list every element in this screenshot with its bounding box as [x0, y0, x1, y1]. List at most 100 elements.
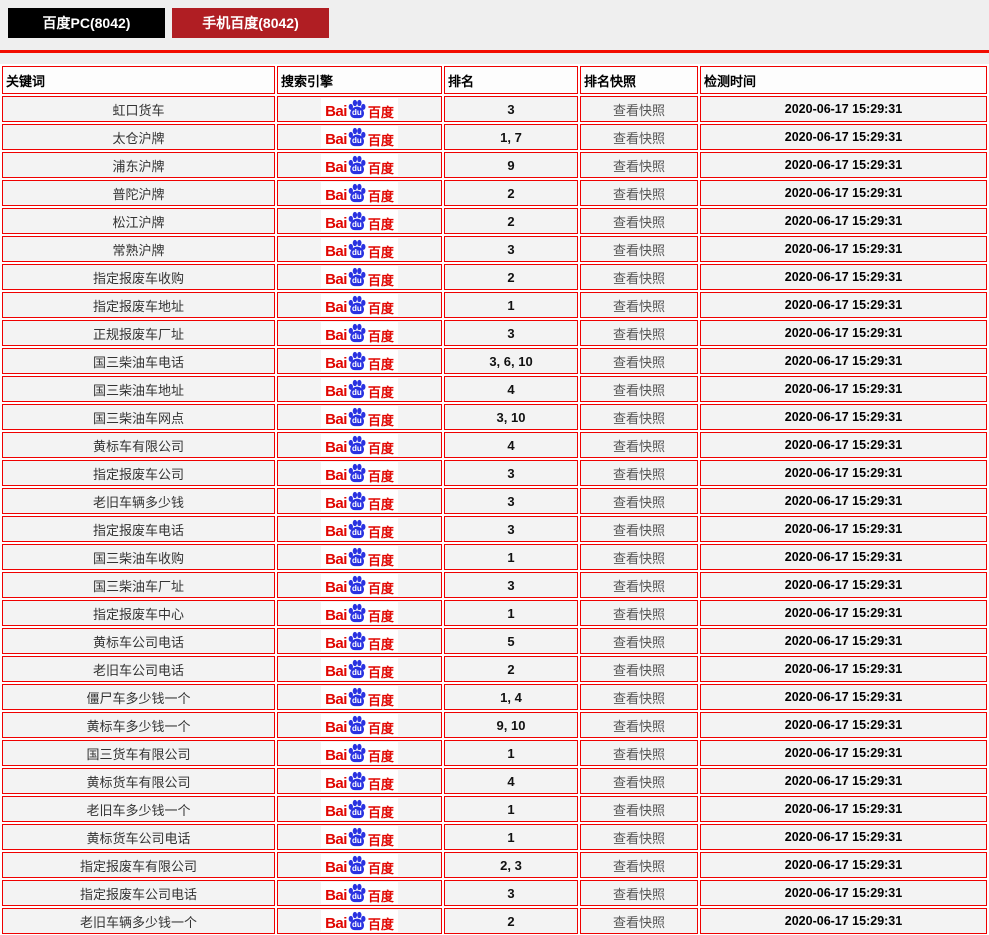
- baidu-logo-du-text: du: [352, 921, 362, 929]
- baidu-logo-du-text: du: [352, 305, 362, 313]
- baidu-paw-icon: du: [347, 463, 367, 483]
- view-snapshot-link[interactable]: 查看快照: [613, 691, 665, 706]
- rank-cell: 9, 10: [444, 712, 578, 738]
- baidu-logo-du-text: du: [352, 669, 362, 677]
- table-row: 老旧车辆多少钱一个 Baidu百度 2 查看快照 2020-06-17 15:2…: [2, 908, 987, 934]
- rank-cell: 2: [444, 264, 578, 290]
- view-snapshot-link[interactable]: 查看快照: [613, 859, 665, 874]
- baidu-logo-bai-text: Bai: [325, 496, 347, 511]
- baidu-logo-icon: Baidu百度: [321, 826, 398, 848]
- view-snapshot-link[interactable]: 查看快照: [613, 747, 665, 762]
- check-time-cell: 2020-06-17 15:29:31: [700, 544, 987, 570]
- baidu-logo-du-text: du: [352, 837, 362, 845]
- snapshot-cell: 查看快照: [580, 124, 698, 150]
- keyword-cell: 正规报废车厂址: [2, 320, 275, 346]
- baidu-logo-du-text: du: [352, 613, 362, 621]
- snapshot-cell: 查看快照: [580, 432, 698, 458]
- search-engine-cell: Baidu百度: [277, 824, 442, 850]
- baidu-logo-icon: Baidu百度: [321, 462, 398, 484]
- baidu-logo-cn-text: 百度: [368, 470, 394, 483]
- view-snapshot-link[interactable]: 查看快照: [613, 887, 665, 902]
- table-row: 黄标车多少钱一个 Baidu百度 9, 10 查看快照 2020-06-17 1…: [2, 712, 987, 738]
- baidu-paw-icon: du: [347, 771, 367, 791]
- keyword-cell: 指定报废车电话: [2, 516, 275, 542]
- view-snapshot-link[interactable]: 查看快照: [613, 411, 665, 426]
- view-snapshot-link[interactable]: 查看快照: [613, 327, 665, 342]
- view-snapshot-link[interactable]: 查看快照: [613, 159, 665, 174]
- snapshot-cell: 查看快照: [580, 544, 698, 570]
- baidu-logo-bai-text: Bai: [325, 776, 347, 791]
- baidu-paw-icon: du: [347, 687, 367, 707]
- view-snapshot-link[interactable]: 查看快照: [613, 579, 665, 594]
- view-snapshot-link[interactable]: 查看快照: [613, 103, 665, 118]
- baidu-logo-cn-text: 百度: [368, 694, 394, 707]
- view-snapshot-link[interactable]: 查看快照: [613, 355, 665, 370]
- view-snapshot-link[interactable]: 查看快照: [613, 607, 665, 622]
- baidu-logo-cn-text: 百度: [368, 134, 394, 147]
- check-time-cell: 2020-06-17 15:29:31: [700, 488, 987, 514]
- view-snapshot-link[interactable]: 查看快照: [613, 803, 665, 818]
- baidu-logo-du-text: du: [352, 249, 362, 257]
- view-snapshot-link[interactable]: 查看快照: [613, 131, 665, 146]
- view-snapshot-link[interactable]: 查看快照: [613, 271, 665, 286]
- baidu-logo-cn-text: 百度: [368, 806, 394, 819]
- view-snapshot-link[interactable]: 查看快照: [613, 215, 665, 230]
- baidu-logo-cn-text: 百度: [368, 722, 394, 735]
- baidu-logo-cn-text: 百度: [368, 750, 394, 763]
- snapshot-cell: 查看快照: [580, 684, 698, 710]
- baidu-logo-cn-text: 百度: [368, 442, 394, 455]
- view-snapshot-link[interactable]: 查看快照: [613, 831, 665, 846]
- view-snapshot-link[interactable]: 查看快照: [613, 383, 665, 398]
- snapshot-cell: 查看快照: [580, 180, 698, 206]
- baidu-logo-icon: Baidu百度: [321, 854, 398, 876]
- baidu-logo-icon: Baidu百度: [321, 630, 398, 652]
- view-snapshot-link[interactable]: 查看快照: [613, 299, 665, 314]
- baidu-paw-icon: du: [347, 267, 367, 287]
- view-snapshot-link[interactable]: 查看快照: [613, 467, 665, 482]
- baidu-logo-bai-text: Bai: [325, 832, 347, 847]
- header-keyword: 关键词: [2, 66, 275, 94]
- view-snapshot-link[interactable]: 查看快照: [613, 243, 665, 258]
- tab-baidu-pc[interactable]: 百度PC(8042): [8, 8, 165, 38]
- baidu-logo-icon: Baidu百度: [321, 910, 398, 932]
- view-snapshot-link[interactable]: 查看快照: [613, 495, 665, 510]
- baidu-logo-du-text: du: [352, 809, 362, 817]
- search-engine-cell: Baidu百度: [277, 404, 442, 430]
- baidu-logo-cn-text: 百度: [368, 386, 394, 399]
- search-engine-cell: Baidu百度: [277, 152, 442, 178]
- snapshot-cell: 查看快照: [580, 712, 698, 738]
- check-time-cell: 2020-06-17 15:29:31: [700, 208, 987, 234]
- check-time-cell: 2020-06-17 15:29:31: [700, 796, 987, 822]
- baidu-logo-icon: Baidu百度: [321, 210, 398, 232]
- view-snapshot-link[interactable]: 查看快照: [613, 551, 665, 566]
- baidu-logo-icon: Baidu百度: [321, 546, 398, 568]
- view-snapshot-link[interactable]: 查看快照: [613, 439, 665, 454]
- baidu-logo-bai-text: Bai: [325, 580, 347, 595]
- view-snapshot-link[interactable]: 查看快照: [613, 635, 665, 650]
- search-engine-cell: Baidu百度: [277, 488, 442, 514]
- search-engine-cell: Baidu百度: [277, 768, 442, 794]
- baidu-logo-bai-text: Bai: [325, 804, 347, 819]
- check-time-cell: 2020-06-17 15:29:31: [700, 628, 987, 654]
- view-snapshot-link[interactable]: 查看快照: [613, 915, 665, 930]
- baidu-paw-icon: du: [347, 519, 367, 539]
- baidu-logo-cn-text: 百度: [368, 610, 394, 623]
- check-time-cell: 2020-06-17 15:29:31: [700, 600, 987, 626]
- view-snapshot-link[interactable]: 查看快照: [613, 663, 665, 678]
- rank-cell: 3: [444, 460, 578, 486]
- baidu-logo-bai-text: Bai: [325, 188, 347, 203]
- view-snapshot-link[interactable]: 查看快照: [613, 719, 665, 734]
- rank-cell: 2: [444, 180, 578, 206]
- tab-baidu-mobile[interactable]: 手机百度(8042): [172, 8, 329, 38]
- view-snapshot-link[interactable]: 查看快照: [613, 775, 665, 790]
- snapshot-cell: 查看快照: [580, 740, 698, 766]
- baidu-logo-bai-text: Bai: [325, 720, 347, 735]
- view-snapshot-link[interactable]: 查看快照: [613, 523, 665, 538]
- baidu-logo-bai-text: Bai: [325, 300, 347, 315]
- rank-cell: 1: [444, 600, 578, 626]
- baidu-paw-icon: du: [347, 743, 367, 763]
- view-snapshot-link[interactable]: 查看快照: [613, 187, 665, 202]
- rank-cell: 2: [444, 908, 578, 934]
- baidu-logo-cn-text: 百度: [368, 890, 394, 903]
- baidu-logo-bai-text: Bai: [325, 272, 347, 287]
